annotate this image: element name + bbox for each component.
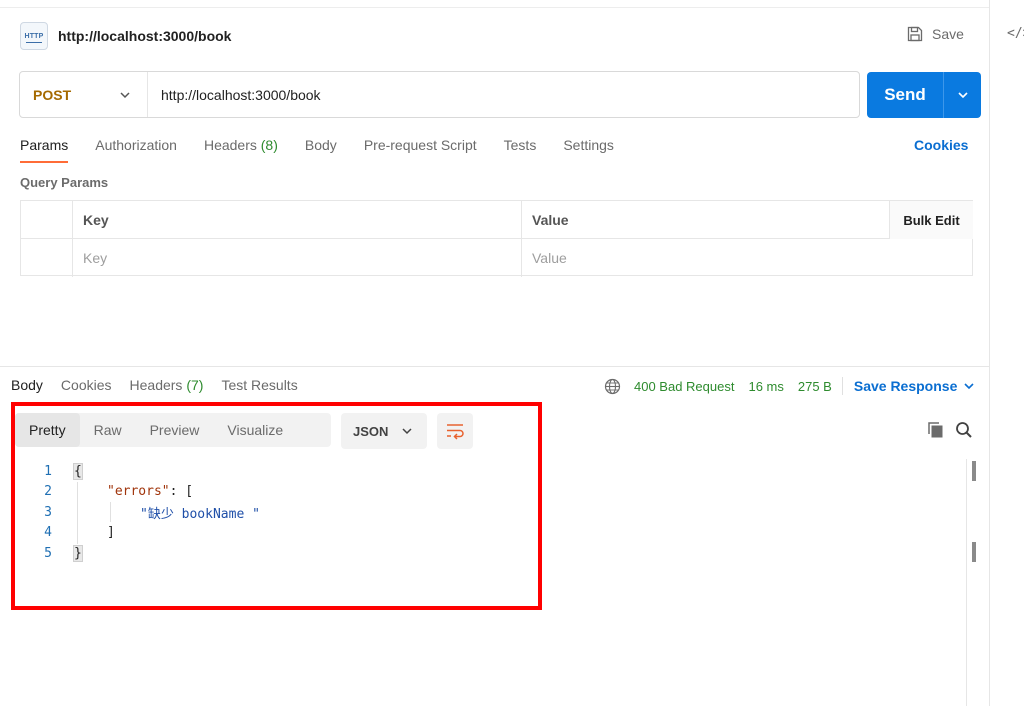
value-column-header: Value <box>532 212 569 228</box>
line-number: 4 <box>44 525 52 541</box>
query-params-table: Key Value Bulk Edit Key Value <box>20 200 973 277</box>
line-number: 2 <box>44 484 52 500</box>
tab-label: Params <box>20 137 69 153</box>
save-button[interactable]: Save <box>906 25 964 43</box>
cookies-link[interactable]: Cookies <box>914 137 968 153</box>
chevron-down-icon <box>957 92 968 99</box>
line-number: 1 <box>44 463 52 479</box>
tab-label: Body <box>304 137 337 153</box>
tab-response-headers[interactable]: Headers (7) <box>130 377 204 393</box>
right-side-panel: </> <box>989 0 1024 706</box>
json-key: "errors" <box>107 484 170 500</box>
http-badge-label: HTTP <box>24 32 44 40</box>
code-text: : [ <box>169 484 194 500</box>
tab-pre-request-script[interactable]: Pre-request Script <box>364 137 477 161</box>
code-snippet-icon[interactable]: </> <box>1007 26 1024 41</box>
table-header-row: Key Value Bulk Edit <box>21 201 973 239</box>
code-text: ] <box>107 525 115 541</box>
chevron-down-icon <box>120 92 130 99</box>
response-tabs: Body Cookies Headers (7) Test Results <box>11 377 316 393</box>
tab-count: (7) <box>186 377 204 393</box>
request-title[interactable]: http://localhost:3000/book <box>58 28 231 44</box>
tab-label: Authorization <box>95 137 177 153</box>
tab-label: Pre-request Script <box>363 137 477 153</box>
url-input[interactable]: http://localhost:3000/book <box>148 87 321 103</box>
tab-params[interactable]: Params <box>20 137 69 163</box>
tab-label: Body <box>11 377 43 393</box>
tab-response-body[interactable]: Body <box>11 377 43 393</box>
request-tabs: Params Authorization Headers (8) Body Pr… <box>20 137 641 163</box>
globe-icon[interactable] <box>604 378 621 395</box>
scrollbar-thumb[interactable] <box>972 542 976 562</box>
meta-divider <box>841 377 843 395</box>
chevron-down-icon <box>402 428 412 435</box>
scrollbar-thumb[interactable] <box>972 461 976 481</box>
code-line: 4 ] <box>25 523 260 544</box>
response-divider <box>0 366 990 367</box>
save-response-button[interactable]: Save Response <box>854 378 976 394</box>
url-bar: POST http://localhost:3000/book <box>19 71 860 118</box>
response-view-tabs: Pretty Raw Preview Visualize <box>15 413 331 447</box>
tab-label: Tests <box>503 137 537 153</box>
response-time[interactable]: 16 ms <box>748 379 783 394</box>
tab-test-results[interactable]: Test Results <box>221 377 297 393</box>
table-row: Key Value <box>21 239 972 277</box>
code-text: { <box>73 462 83 480</box>
status-code[interactable]: 400 Bad Request <box>634 379 734 394</box>
view-tab-visualize[interactable]: Visualize <box>213 413 297 447</box>
tab-count: (8) <box>260 137 278 153</box>
value-input[interactable]: Value <box>522 239 890 277</box>
key-input[interactable]: Key <box>73 239 522 277</box>
key-column-header: Key <box>73 201 522 239</box>
bulk-edit-button[interactable]: Bulk Edit <box>889 201 973 239</box>
view-tab-preview[interactable]: Preview <box>136 413 214 447</box>
tab-authorization[interactable]: Authorization <box>95 137 177 161</box>
tab-body[interactable]: Body <box>305 137 337 161</box>
tab-tests[interactable]: Tests <box>504 137 537 161</box>
response-meta: 400 Bad Request 16 ms 275 B Save Respons… <box>604 377 975 395</box>
code-line: 1 { <box>25 461 260 482</box>
format-select[interactable]: JSON <box>341 413 427 449</box>
format-label: JSON <box>353 423 389 439</box>
save-response-label: Save Response <box>853 378 958 394</box>
http-request-icon: HTTP <box>20 22 48 50</box>
method-label: POST <box>33 86 72 103</box>
checkbox-column-header <box>21 201 73 239</box>
code-line: 2 "errors" : [ <box>25 482 260 503</box>
tab-headers[interactable]: Headers (8) <box>204 137 278 161</box>
wrap-lines-icon <box>447 424 464 440</box>
code-line: 3 "缺少 bookName " <box>25 502 260 523</box>
response-body-code[interactable]: 1 { 2 "errors" : [ 3 "缺少 bookName " 4 ] … <box>25 461 260 564</box>
top-bar-border <box>0 0 990 8</box>
tab-response-cookies[interactable]: Cookies <box>61 377 112 393</box>
save-icon <box>907 26 923 42</box>
send-options-button[interactable] <box>944 72 981 118</box>
tab-label: Headers <box>203 137 257 153</box>
copy-icon[interactable] <box>927 421 945 439</box>
request-header: HTTP http://localhost:3000/book <box>20 22 231 50</box>
chevron-down-icon <box>964 383 974 390</box>
query-params-heading: Query Params <box>20 175 109 190</box>
view-tab-raw[interactable]: Raw <box>80 413 136 447</box>
search-icon[interactable] <box>955 421 973 439</box>
line-number: 5 <box>44 545 52 561</box>
tab-label: Headers <box>129 377 183 393</box>
tab-label: Cookies <box>60 377 112 393</box>
code-text: } <box>73 544 83 562</box>
json-string-value: "缺少 bookName " <box>140 506 260 522</box>
row-checkbox-cell <box>21 239 73 277</box>
code-line: 5 } <box>25 543 260 564</box>
editor-scrollbar-track[interactable] <box>966 459 967 706</box>
tab-settings[interactable]: Settings <box>563 137 614 161</box>
view-tab-pretty[interactable]: Pretty <box>15 413 80 447</box>
save-label: Save <box>932 26 964 42</box>
send-button[interactable]: Send <box>867 72 943 118</box>
wrap-lines-button[interactable] <box>437 413 473 449</box>
send-button-group: Send <box>867 72 981 118</box>
line-number: 3 <box>44 504 52 520</box>
tab-label: Settings <box>563 137 614 153</box>
response-size[interactable]: 275 B <box>798 379 832 394</box>
method-select[interactable]: POST <box>20 72 148 117</box>
tab-label: Test Results <box>221 377 298 393</box>
